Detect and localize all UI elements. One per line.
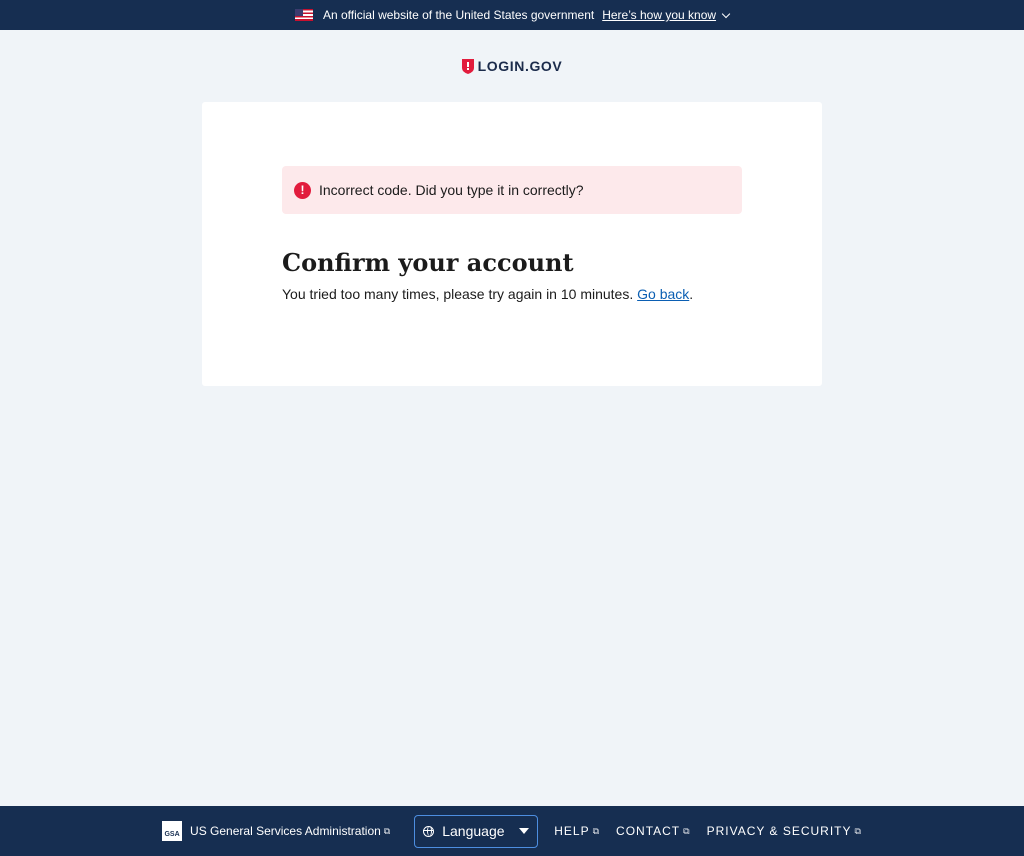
external-link-icon: ⧉ bbox=[592, 825, 601, 836]
gov-banner-text: An official website of the United States… bbox=[322, 8, 595, 22]
heres-how-you-know-label: Here’s how you know bbox=[602, 8, 717, 22]
chevron-down-icon bbox=[721, 9, 731, 18]
external-link-icon: ⧉ bbox=[383, 825, 391, 836]
contact-link[interactable]: CONTACT ⧉ bbox=[616, 824, 691, 838]
external-link-icon: ⧉ bbox=[683, 825, 691, 836]
error-icon: ! bbox=[294, 181, 311, 199]
language-label: Language bbox=[442, 823, 505, 839]
language-dropdown[interactable]: Language bbox=[414, 814, 539, 848]
confirm-account-card: ! Incorrect code. Did you type it in cor… bbox=[202, 102, 822, 386]
privacy-security-link[interactable]: PRIVACY & SECURITY ⧉ bbox=[707, 824, 862, 838]
gov-banner: An official website of the United States… bbox=[0, 0, 1024, 30]
help-link-label: HELP bbox=[554, 824, 590, 838]
error-alert: ! Incorrect code. Did you type it in cor… bbox=[282, 166, 742, 214]
logo-text: LOGIN.GOV bbox=[477, 58, 563, 74]
external-link-icon: ⧉ bbox=[854, 825, 862, 836]
gsa-link[interactable]: US General Services Administration ⧉ bbox=[190, 824, 390, 838]
globe-icon bbox=[423, 825, 435, 837]
gsa-logo: GSA bbox=[162, 821, 183, 841]
footer: GSA US General Services Administration ⧉… bbox=[0, 806, 1024, 856]
help-link[interactable]: HELP ⧉ bbox=[554, 824, 600, 838]
trailing-period: . bbox=[689, 286, 694, 302]
caret-down-icon bbox=[519, 828, 530, 834]
go-back-link[interactable]: Go back bbox=[637, 286, 689, 302]
lockout-message: You tried too many times, please try aga… bbox=[282, 286, 693, 302]
gsa-link-label: US General Services Administration bbox=[190, 824, 381, 838]
shield-icon bbox=[461, 58, 474, 74]
us-flag-icon bbox=[294, 9, 313, 21]
error-alert-text: Incorrect code. Did you type it in corre… bbox=[319, 182, 584, 198]
login-gov-logo[interactable]: LOGIN.GOV bbox=[0, 58, 1024, 74]
heres-how-you-know-button[interactable]: Here’s how you know bbox=[602, 8, 731, 22]
privacy-security-link-label: PRIVACY & SECURITY bbox=[706, 824, 852, 838]
lockout-message-text: You tried too many times, please try aga… bbox=[282, 286, 634, 302]
contact-link-label: CONTACT bbox=[616, 824, 681, 838]
page-title: Confirm your account bbox=[282, 248, 574, 277]
